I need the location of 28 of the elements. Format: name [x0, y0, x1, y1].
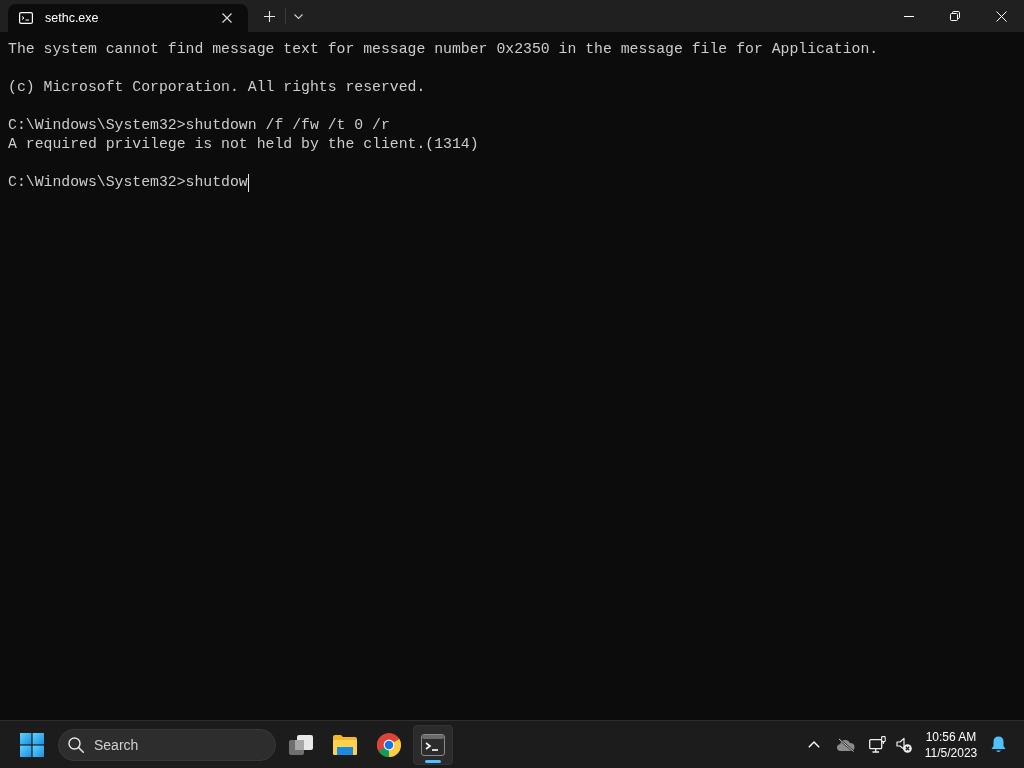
four-tiles-icon: [20, 732, 44, 757]
clock-button[interactable]: 10:56 AM 11/5/2023: [920, 724, 982, 765]
search-field[interactable]: Search: [58, 728, 276, 761]
console-window-icon: [19, 12, 33, 24]
tab[interactable]: sethc.exe: [8, 4, 248, 32]
chevron-up-icon: [808, 741, 820, 748]
folder-icon: [333, 734, 357, 755]
console-line: The system cannot find message text for message number 0x2350 in the message file for Application.: [8, 40, 879, 59]
active-indicator: [425, 759, 441, 763]
segmented-ring-icon: [377, 732, 401, 757]
console-line: C:\Windows\System32>shutdow: [8, 173, 248, 192]
speaker-muted-icon: [895, 736, 912, 753]
console-line: A required privilege is not held by the client.(1314): [8, 135, 479, 154]
cloud-off-icon: [837, 737, 855, 752]
taskbar-button[interactable]: [413, 724, 453, 765]
console-line: C:\Windows\System32>shutdown /f /fw /t 0 /r: [8, 116, 390, 135]
overlapping-squares-icon: [289, 734, 313, 755]
console-line: (c) Microsoft Corporation. All rights reserved.: [8, 78, 426, 97]
restore-icon: [950, 11, 960, 21]
minimize-icon: [904, 15, 914, 17]
close-icon: [222, 13, 232, 23]
chevron-down-icon: [293, 13, 303, 19]
search-icon: [68, 736, 84, 753]
plus-icon: [263, 10, 275, 22]
monitor-icon: [868, 736, 886, 753]
terminal-icon: [421, 733, 445, 756]
bell-icon: [990, 736, 1006, 753]
close-icon: [995, 10, 1007, 22]
